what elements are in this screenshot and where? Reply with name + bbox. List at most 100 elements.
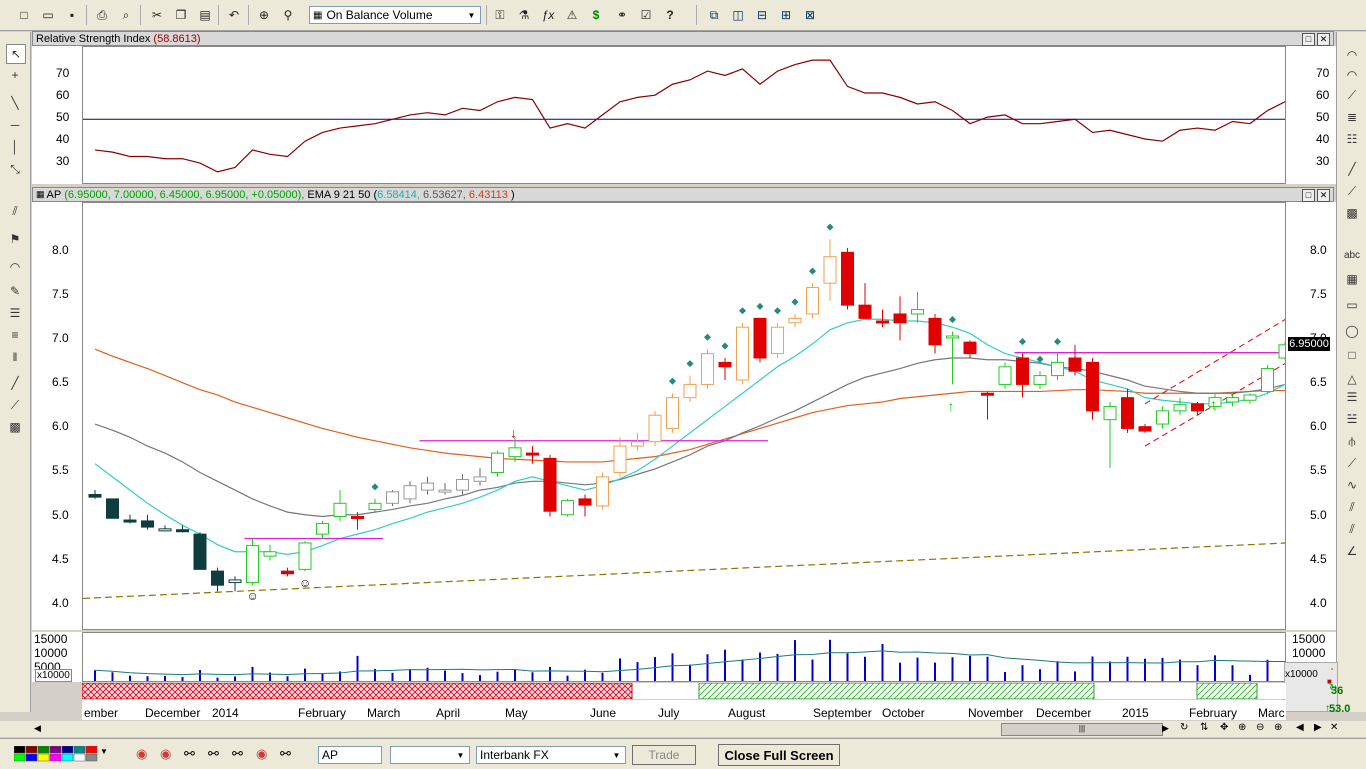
lock-icon[interactable]: ⚿ <box>490 5 510 25</box>
candle-body <box>298 542 312 570</box>
checklist-icon[interactable]: ☑ <box>636 5 656 25</box>
ellipse-icon[interactable]: ◯ <box>1343 322 1361 340</box>
maximize-icon[interactable]: □ <box>1302 189 1315 202</box>
grid-icon[interactable]: ▩ <box>1343 204 1361 222</box>
close-icon[interactable]: ✕ <box>1317 33 1330 46</box>
fib-extension-icon[interactable]: ☷ <box>1343 130 1361 148</box>
price-plot[interactable]: ↓ ↑ ↑ ☺ ☺ <box>82 202 1286 630</box>
rectangle-icon[interactable]: ▭ <box>1343 296 1361 314</box>
ray-icon[interactable]: ⤡ <box>6 160 24 178</box>
palette-dropdown-icon[interactable]: ▼ <box>100 747 108 756</box>
arc-tool-icon[interactable]: ◠ <box>1343 46 1361 64</box>
timeframe-select[interactable]: ▼ <box>390 746 470 764</box>
triangle-icon[interactable]: △ <box>1343 370 1361 388</box>
pencil-icon[interactable]: ✎ <box>6 282 24 300</box>
undo-icon[interactable]: ↶ <box>224 5 244 25</box>
horizontal-scrollbar[interactable]: ◀ ||| ▶ ↻ ⇅ ✥ ⊕ ⊖ ⊕ ◀ ▶ ✕ <box>0 721 1366 737</box>
color-palette[interactable] <box>13 745 98 762</box>
speed-arc-icon[interactable]: ⟋ <box>1343 454 1361 472</box>
grid-tool-icon[interactable]: ▩ <box>6 418 24 436</box>
fan-tool-icon[interactable]: ⟋ <box>1343 86 1361 104</box>
square-icon[interactable]: □ <box>1343 346 1361 364</box>
move-icon[interactable]: ✥ <box>1220 722 1228 733</box>
calendar-icon[interactable]: ▦ <box>1343 270 1361 288</box>
speed-lines-icon[interactable]: ≣ <box>1343 108 1361 126</box>
cycle-lines-icon[interactable]: ‖ <box>6 348 24 366</box>
arc-tool-2-icon[interactable]: ◠ <box>1343 66 1361 84</box>
tile-grid-icon[interactable]: ⊞ <box>776 5 796 25</box>
function-icon[interactable]: ƒx <box>538 5 558 25</box>
print-icon[interactable]: ⎙ <box>92 5 112 25</box>
paste-icon[interactable]: ▤ <box>195 5 215 25</box>
new-file-icon[interactable]: □ <box>14 5 34 25</box>
zoom-icon[interactable]: ⚲ <box>278 5 298 25</box>
text-tool-icon[interactable]: abc <box>1343 246 1361 264</box>
regression-icon[interactable]: ⫽ <box>1343 520 1361 538</box>
fib-time-icon[interactable]: ☱ <box>1343 410 1361 428</box>
gann-fan-icon[interactable]: ⟋ <box>1343 182 1361 200</box>
wave-icon[interactable]: ∿ <box>1343 476 1361 494</box>
gann-icon[interactable]: ≡ <box>6 326 24 344</box>
rsi-plot[interactable] <box>82 46 1286 184</box>
open-folder-icon[interactable]: ▭ <box>38 5 58 25</box>
zoom-in-icon[interactable]: ⊕ <box>1274 722 1282 733</box>
chrome-icon-2[interactable]: ◉ <box>160 746 171 762</box>
tile-horizontal-icon[interactable]: ⊟ <box>752 5 772 25</box>
pointer-icon[interactable]: ↖ <box>6 44 26 64</box>
close-chart-icon[interactable]: ✕ <box>1330 722 1338 733</box>
dollar-icon[interactable]: $ <box>586 5 606 25</box>
scroll-thumb[interactable]: ||| <box>1001 723 1163 736</box>
cut-icon[interactable]: ✂ <box>147 5 167 25</box>
link-icon[interactable]: ⚯ <box>184 746 195 762</box>
copy-icon[interactable]: ❐ <box>171 5 191 25</box>
prev-bar-icon[interactable]: ◀ <box>1296 722 1304 733</box>
link-icon-3[interactable]: ⚯ <box>232 746 243 762</box>
link-icon-4[interactable]: ⚯ <box>280 746 291 762</box>
chrome-icon-3[interactable]: ◉ <box>256 746 267 762</box>
crosshair-icon[interactable]: ⊕ <box>254 5 274 25</box>
line-icon[interactable]: ╱ <box>1343 160 1361 178</box>
broker-select[interactable]: Interbank FX ▼ <box>476 746 626 764</box>
horizontal-line-icon[interactable]: ─ <box>6 116 24 134</box>
maximize-icon[interactable]: □ <box>1302 33 1315 46</box>
indicator-select[interactable]: ▦ On Balance Volume ▼ <box>309 6 481 24</box>
andrews-pitchfork-icon[interactable]: ⫛ <box>1343 432 1361 450</box>
arrange-icon[interactable]: ⊠ <box>800 5 820 25</box>
volume-plot[interactable] <box>82 632 1286 682</box>
close-full-screen-button[interactable]: Close Full Screen <box>718 744 840 766</box>
scroll-left-icon[interactable]: ◀ <box>34 723 41 734</box>
zoom-out-icon[interactable]: ⊖ <box>1256 722 1264 733</box>
close-icon[interactable]: ✕ <box>1317 189 1330 202</box>
chrome-icon[interactable]: ◉ <box>136 746 147 762</box>
trade-button[interactable]: Trade <box>632 745 696 765</box>
fibonacci-icon[interactable]: ☰ <box>6 304 24 322</box>
scanner-icon[interactable]: ⚗ <box>514 5 534 25</box>
trendline-icon[interactable]: ╲ <box>6 94 24 112</box>
print-preview-icon[interactable]: ⌕ <box>116 5 136 25</box>
save-icon[interactable]: ▪ <box>62 5 82 25</box>
next-bar-icon[interactable]: ▶ <box>1314 722 1322 733</box>
channel-icon[interactable]: ⫽ <box>6 202 24 220</box>
tile-vertical-icon[interactable]: ◫ <box>728 5 748 25</box>
system-tester-icon[interactable]: ⚠ <box>562 5 582 25</box>
scroll-right-icon[interactable]: ▶ <box>1162 723 1169 734</box>
flag-icon[interactable]: ⚑ <box>6 230 24 248</box>
refresh-chart-icon[interactable]: ↻ <box>1180 722 1188 733</box>
crosshair-tool-icon[interactable]: + <box>6 66 24 84</box>
fib-retrace-icon[interactable]: ☰ <box>1343 388 1361 406</box>
fit-icon[interactable]: ⊕ <box>1238 722 1246 733</box>
fan-icon[interactable]: ⟋ <box>6 396 24 414</box>
binoculars-icon[interactable]: ⚭ <box>612 5 632 25</box>
link-icon-2[interactable]: ⚯ <box>208 746 219 762</box>
symbol-field[interactable]: AP <box>318 746 382 764</box>
help-icon[interactable]: ? <box>660 5 680 25</box>
sync-icon[interactable]: ⇅ <box>1200 722 1208 733</box>
volume-tick-label: 15000 <box>34 631 68 646</box>
chart-icon: ▦ <box>36 189 45 199</box>
angle-icon[interactable]: ∠ <box>1343 542 1361 560</box>
cascade-windows-icon[interactable]: ⧉ <box>704 5 724 25</box>
line-tool-icon[interactable]: ╱ <box>6 374 24 392</box>
vertical-line-icon[interactable]: │ <box>6 138 24 156</box>
channel-tool-icon[interactable]: ⫽ <box>1343 498 1361 516</box>
arc-icon[interactable]: ◠ <box>6 258 24 276</box>
